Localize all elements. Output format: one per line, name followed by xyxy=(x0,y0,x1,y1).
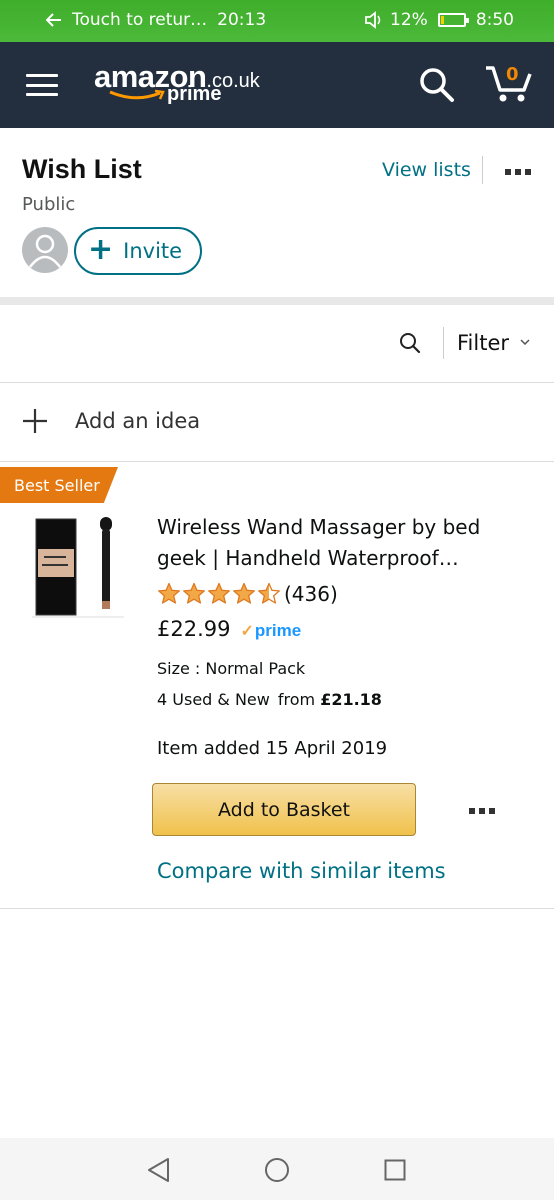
back-icon[interactable] xyxy=(146,1157,172,1183)
star-rating[interactable]: (436) xyxy=(157,582,338,606)
size-option: Size : Normal Pack xyxy=(157,659,306,678)
used-new-offer[interactable]: 4 Used & New from £21.18 xyxy=(157,690,382,709)
used-new-count: 4 Used & New xyxy=(157,690,270,709)
cart-count: 0 xyxy=(506,64,519,85)
item-more-options-icon[interactable] xyxy=(469,808,495,814)
add-to-basket-button[interactable]: Add to Basket xyxy=(152,783,416,836)
battery-percent: 12% xyxy=(390,10,428,30)
divider xyxy=(482,156,483,184)
prime-badge: ✓ prime xyxy=(240,621,301,641)
view-lists-link[interactable]: View lists xyxy=(382,159,471,181)
star-icon xyxy=(158,582,180,604)
compare-similar-link[interactable]: Compare with similar items xyxy=(157,859,446,883)
from-label: from xyxy=(277,690,316,709)
product-title[interactable]: Wireless Wand Massager by bed geek | Han… xyxy=(157,512,517,574)
arrow-left-icon xyxy=(46,13,61,27)
prime-label: prime xyxy=(254,621,302,640)
more-options-icon[interactable] xyxy=(505,169,531,175)
return-call-text: Touch to retur… xyxy=(72,10,208,30)
price-row: £22.99 ✓ prime xyxy=(157,617,301,641)
invite-label: Invite xyxy=(123,239,183,263)
filter-bar: Filter xyxy=(0,305,554,383)
star-icon xyxy=(183,582,205,604)
price: £22.99 xyxy=(157,617,231,641)
rating-count: (436) xyxy=(284,582,338,606)
app-header: amazon.co.uk prime 0 xyxy=(0,42,554,128)
list-visibility: Public xyxy=(22,194,76,215)
recent-apps-icon[interactable] xyxy=(384,1159,406,1181)
plus-icon: + xyxy=(88,232,114,267)
rating-stars xyxy=(157,582,282,606)
section-divider xyxy=(0,297,554,305)
product-image[interactable] xyxy=(30,513,126,623)
star-icon xyxy=(233,582,255,604)
divider xyxy=(0,908,554,909)
system-nav-bar xyxy=(0,1138,554,1200)
clock: 8:50 xyxy=(475,10,514,30)
filter-button[interactable]: Filter xyxy=(457,331,509,355)
avatar xyxy=(22,227,68,273)
invite-button[interactable]: + Invite xyxy=(74,227,202,275)
check-icon: ✓ xyxy=(240,623,254,640)
date-added: Item added 15 April 2019 xyxy=(157,738,388,759)
star-icon xyxy=(258,582,280,604)
from-price: £21.18 xyxy=(320,690,382,709)
plus-icon xyxy=(23,409,47,433)
divider xyxy=(443,327,444,359)
call-timer: 20:13 xyxy=(217,10,267,30)
add-idea-row[interactable]: Add an idea xyxy=(0,384,554,462)
smile-arrow-icon xyxy=(109,89,165,100)
battery-icon xyxy=(437,13,469,27)
return-to-call[interactable]: Touch to retur… 20:13 xyxy=(46,10,266,30)
search-list-icon[interactable] xyxy=(399,332,421,354)
menu-icon[interactable] xyxy=(26,74,58,96)
status-bar: Touch to retur… 20:13 12% 8:50 xyxy=(0,0,554,42)
home-icon[interactable] xyxy=(264,1157,290,1183)
logo-prime: prime xyxy=(167,83,222,105)
page-title: Wish List xyxy=(22,154,142,184)
add-idea-label: Add an idea xyxy=(75,409,201,433)
person-icon xyxy=(29,234,61,268)
amazon-prime-logo[interactable]: amazon.co.uk prime xyxy=(94,59,260,105)
search-icon[interactable] xyxy=(418,66,456,104)
chevron-down-icon xyxy=(520,339,530,345)
best-seller-badge: Best Seller xyxy=(0,467,118,503)
speaker-icon xyxy=(365,11,381,29)
star-icon xyxy=(208,582,230,604)
